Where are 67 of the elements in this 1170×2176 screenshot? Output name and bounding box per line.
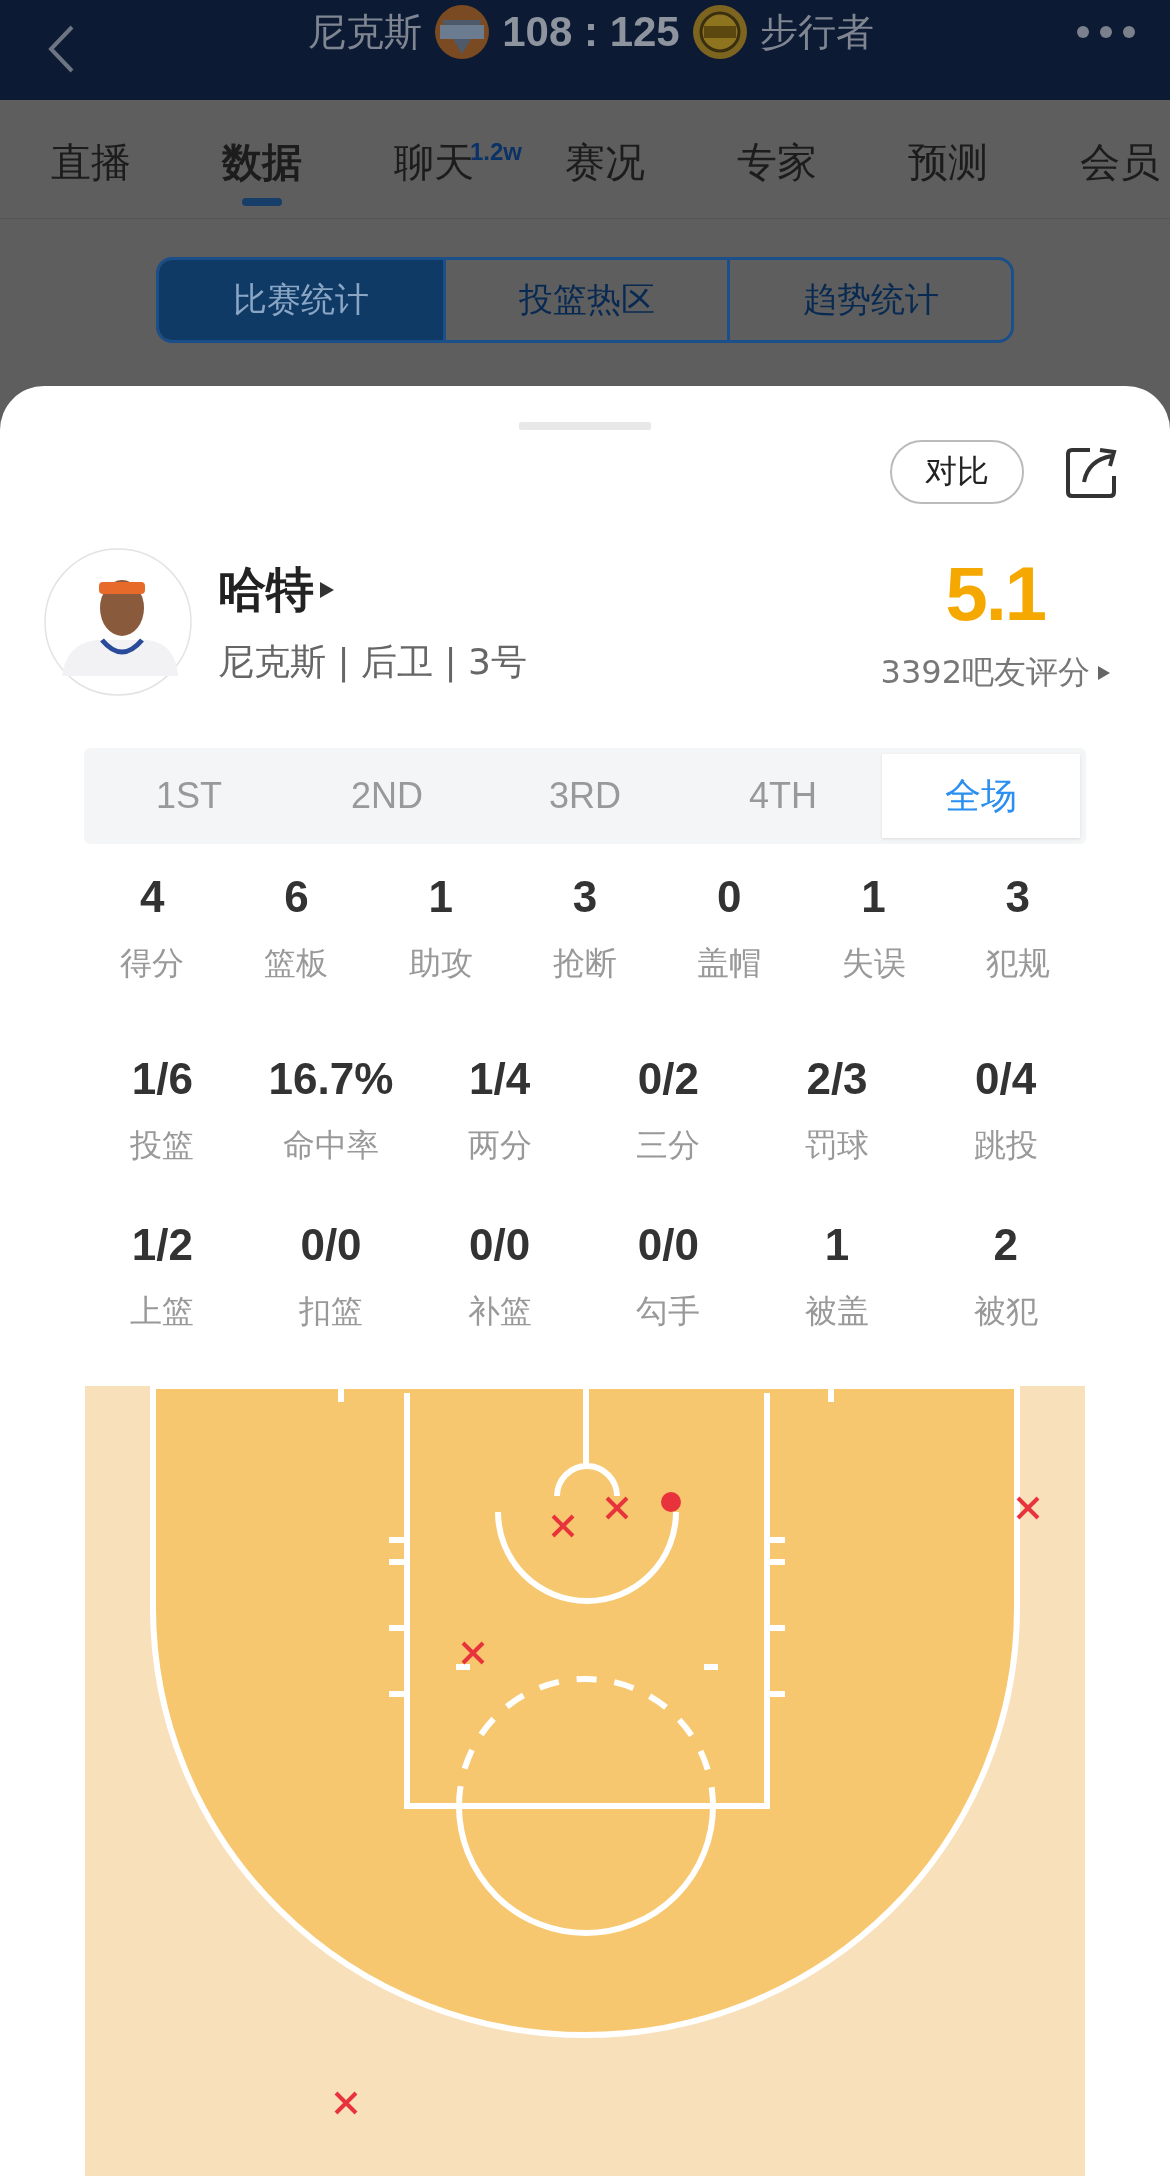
stat-label: 投篮	[130, 1125, 195, 1166]
stat-value: 2/3	[806, 1054, 868, 1104]
stat-value: 16.7%	[268, 1054, 394, 1104]
stat-label: 抢断	[553, 943, 617, 984]
team-logo-icon	[434, 4, 491, 60]
team-logo-icon	[691, 4, 748, 60]
stat-label: 三分	[636, 1125, 701, 1166]
stat-label: 盖帽	[697, 943, 762, 984]
tab[interactable]: 会员	[1079, 134, 1160, 190]
stat-value: 3	[1005, 872, 1031, 922]
stat-value: 0	[717, 872, 742, 922]
chat-count-label: 1.2w	[470, 138, 523, 165]
more-icon[interactable]	[1076, 25, 1136, 39]
triangle-icon	[1098, 665, 1110, 680]
stat-label: 命中率	[283, 1125, 379, 1166]
player-rating: 5.1	[945, 549, 1046, 637]
stat-value: 0/2	[637, 1054, 699, 1104]
game-score: 108 : 125	[502, 8, 680, 56]
stat-label: 补篮	[467, 1291, 532, 1332]
stat-label: 助攻	[408, 943, 473, 984]
tab[interactable]: 预测	[908, 134, 989, 190]
stat-value: 6	[284, 872, 309, 922]
stat-value: 0/0	[469, 1220, 531, 1270]
stat-value: 1/6	[131, 1054, 193, 1104]
stat-value: 1/2	[131, 1220, 193, 1270]
stat-label: 被盖	[805, 1291, 869, 1332]
stat-value: 0/4	[975, 1054, 1037, 1104]
stat-value: 0/0	[637, 1220, 699, 1270]
tab[interactable]: 数据	[222, 134, 303, 190]
back-icon[interactable]	[46, 24, 76, 74]
period-tab[interactable]: 全场	[882, 754, 1080, 838]
away-team-name: 步行者	[759, 8, 874, 56]
stat-value: 2	[993, 1220, 1018, 1270]
rating-count[interactable]: 3392吧友评分	[880, 650, 1090, 695]
segment-tab[interactable]: 投篮热区	[443, 260, 727, 340]
stat-label: 上篮	[130, 1291, 195, 1332]
stat-label: 篮板	[264, 943, 329, 984]
stat-label: 被犯	[973, 1291, 1038, 1332]
stat-value: 1	[861, 872, 886, 922]
stat-label: 得分	[120, 943, 185, 984]
stat-value: 1	[824, 1220, 850, 1270]
period-tab[interactable]: 2ND	[288, 754, 486, 838]
stat-label: 罚球	[805, 1125, 869, 1166]
stat-value: 0/0	[300, 1220, 362, 1270]
period-tab[interactable]: 4TH	[684, 754, 882, 838]
stat-value: 3	[572, 872, 598, 922]
period-tab[interactable]: 3RD	[486, 754, 684, 838]
home-team-name: 尼克斯	[308, 8, 423, 56]
segment-tab[interactable]: 趋势统计	[727, 260, 1011, 340]
triangle-icon	[320, 581, 334, 598]
stat-value: 1	[428, 872, 453, 922]
stat-label: 犯规	[985, 943, 1050, 984]
stat-label: 失误	[841, 943, 906, 984]
stat-label: 跳投	[973, 1125, 1038, 1166]
compare-button[interactable]: 对比	[890, 440, 1024, 504]
tab[interactable]: 赛况	[565, 134, 646, 190]
player-name[interactable]: 哈特	[218, 557, 314, 622]
tab[interactable]: 直播	[50, 134, 131, 190]
stat-label: 两分	[467, 1125, 532, 1166]
stat-label: 扣篮	[299, 1291, 363, 1332]
segment-tab[interactable]: 比赛统计	[159, 260, 443, 340]
stat-label: 勾手	[636, 1291, 701, 1332]
stat-value: 4	[139, 872, 165, 922]
tab[interactable]: 专家	[736, 134, 817, 190]
player-info: 尼克斯 | 后卫 | 3号	[218, 639, 528, 685]
stat-value: 1/4	[469, 1054, 531, 1104]
period-tab[interactable]: 1ST	[90, 754, 288, 838]
